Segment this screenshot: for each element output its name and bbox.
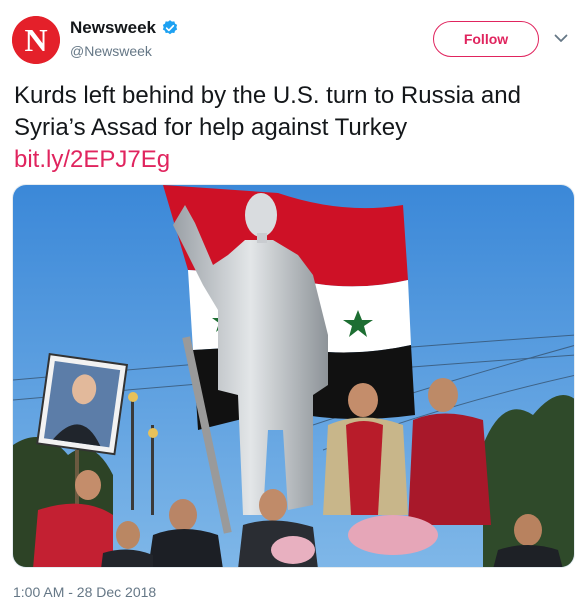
display-name[interactable]: Newsweek: [70, 18, 156, 38]
portrait-sign: [36, 353, 129, 456]
avatar[interactable]: N: [12, 16, 60, 64]
avatar-letter: N: [24, 22, 47, 58]
handle[interactable]: @Newsweek: [70, 43, 179, 59]
tweet-text: Kurds left behind by the U.S. turn to Ru…: [14, 80, 574, 176]
tweet-link[interactable]: bit.ly/2EPJ7Eg: [14, 144, 574, 176]
tweet-timestamp[interactable]: 1:00 AM - 28 Dec 2018: [13, 584, 156, 600]
tweet-photo[interactable]: [12, 184, 575, 568]
chevron-down-icon[interactable]: [553, 30, 569, 46]
tweet-body: Kurds left behind by the U.S. turn to Ru…: [14, 82, 521, 141]
photo-statue-flag: [13, 185, 574, 567]
tweet-header: N Newsweek @Newsweek Follow: [0, 0, 585, 72]
verified-badge-icon: [162, 20, 178, 35]
newsweek-logo-icon: N: [12, 16, 60, 64]
account-names: Newsweek @Newsweek: [70, 18, 179, 59]
follow-button[interactable]: Follow: [433, 21, 539, 57]
